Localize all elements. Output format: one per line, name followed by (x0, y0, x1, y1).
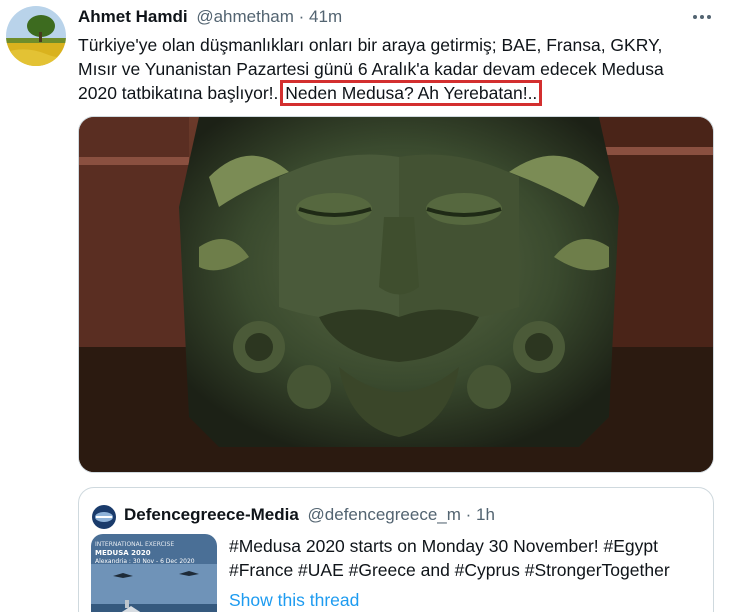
quoted-tweet-header: Defencegreece-Media @defencegreece_m · 1… (124, 505, 495, 525)
quoted-tweet-thumbnail[interactable]: INTERNATIONAL EXERCISE MEDUSA 2020 Alexa… (91, 534, 217, 612)
thumbnail-title: MEDUSA 2020 (95, 549, 151, 557)
highlighted-text: Neden Medusa? Ah Yerebatan!.. (280, 80, 543, 106)
tweet-text: Türkiye'ye olan düşmanlıkları onları bir… (78, 33, 718, 106)
separator-dot: · (298, 7, 305, 26)
tweet-text-line: 2020 tatbikatına başlıyor!.. Neden Medusa… (78, 80, 718, 106)
quoted-tweet-text-line: #Medusa 2020 starts on Monday 30 Novembe… (229, 536, 658, 556)
quoted-tweet-timestamp[interactable]: 1h (476, 505, 495, 524)
tweet-text-fragment: 2020 tatbikatına başlıyor!.. (78, 83, 284, 103)
tweet-media-image[interactable] (78, 116, 714, 473)
thumbnail-caption: INTERNATIONAL EXERCISE (95, 541, 175, 548)
quoted-tweet[interactable]: Defencegreece-Media @defencegreece_m · 1… (78, 487, 714, 612)
tweet-text-line: Türkiye'ye olan düşmanlıkları onları bir… (78, 35, 663, 55)
tweet[interactable]: Ahmet Hamdi @ahmetham · 41m Türkiye'ye o… (0, 0, 731, 612)
more-options-icon[interactable] (688, 8, 716, 26)
quoted-tweet-text: #Medusa 2020 starts on Monday 30 Novembe… (229, 534, 709, 582)
tweet-header: Ahmet Hamdi @ahmetham · 41m (78, 7, 342, 27)
quoted-author-name[interactable]: Defencegreece-Media (124, 505, 299, 524)
tweet-timestamp[interactable]: 41m (309, 7, 342, 26)
separator-dot: · (465, 505, 472, 524)
quoted-author-handle[interactable]: @defencegreece_m (308, 505, 461, 524)
show-thread-link[interactable]: Show this thread (229, 588, 359, 612)
tweet-text-line: Mısır ve Yunanistan Pazartesi günü 6 Ara… (78, 59, 664, 79)
quoted-tweet-text-line: #France #UAE #Greece and #Cyprus #Strong… (229, 560, 670, 580)
thumbnail-dates: Alexandria : 30 Nov - 6 Dec 2020 (95, 558, 195, 565)
quoted-author-avatar[interactable] (92, 505, 116, 529)
author-name[interactable]: Ahmet Hamdi (78, 7, 188, 26)
author-handle[interactable]: @ahmetham (196, 7, 294, 26)
author-avatar[interactable] (6, 6, 66, 66)
